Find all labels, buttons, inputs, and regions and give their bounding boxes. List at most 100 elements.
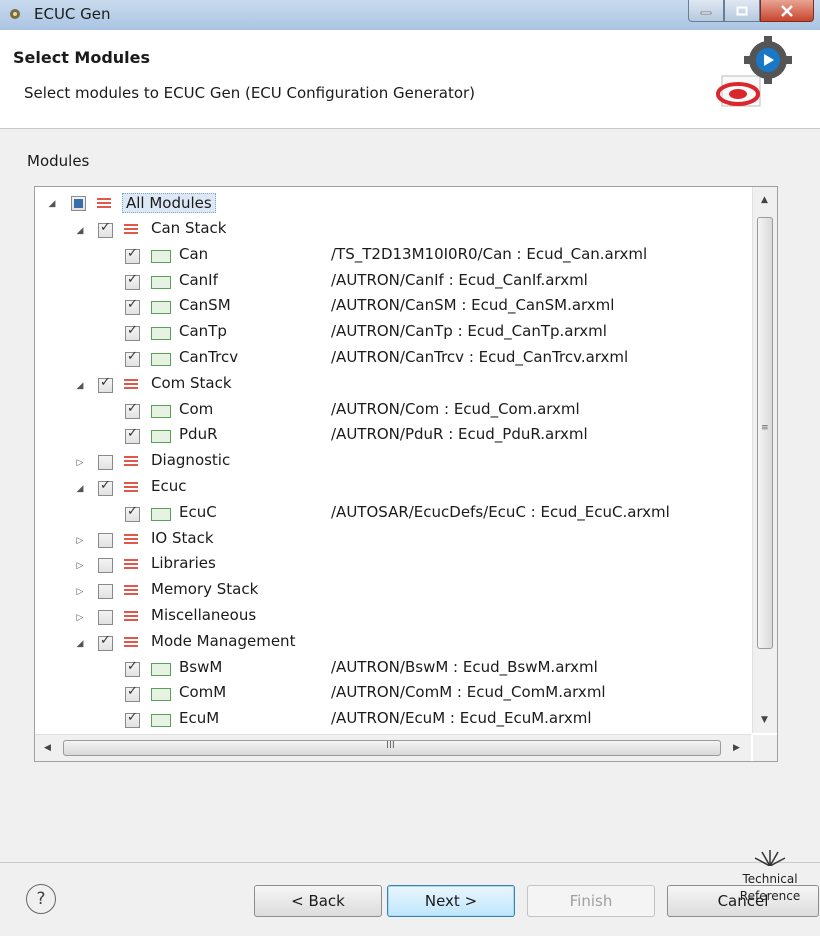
tree-group-row[interactable]: ▷ Libraries: [35, 553, 751, 577]
module-checkbox[interactable]: [125, 684, 140, 702]
modules-tree[interactable]: ◢ All Modules ◢ Can Stack Can/TS_T2D13M10I…: [34, 186, 778, 762]
module-checkbox[interactable]: [98, 478, 113, 496]
module-icon: [151, 327, 171, 340]
back-button[interactable]: < Back: [254, 885, 382, 917]
module-checkbox[interactable]: [125, 426, 140, 444]
expand-arrow-icon[interactable]: ▷: [75, 613, 85, 623]
collapse-arrow-icon[interactable]: ◢: [75, 381, 85, 391]
tree-module-row[interactable]: EcuM/AUTRON/EcuM : Ecud_EcuM.arxml: [35, 708, 751, 732]
module-checkbox[interactable]: [98, 533, 113, 548]
module-checkbox[interactable]: [125, 504, 140, 522]
tree-group-row[interactable]: ▷ Miscellaneous: [35, 605, 751, 629]
scroll-up-icon[interactable]: ▲: [761, 195, 768, 205]
watermark-line2: Reference: [739, 889, 801, 903]
stack-icon: [124, 611, 138, 623]
tree-module-row[interactable]: EcuC/AUTOSAR/EcucDefs/EcuC : Ecud_EcuC.a…: [35, 502, 751, 526]
finish-button[interactable]: Finish: [527, 885, 655, 917]
module-checkbox[interactable]: [125, 272, 140, 290]
module-path: /AUTRON/CanIf : Ecud_CanIf.arxml: [331, 271, 588, 289]
module-checkbox[interactable]: [98, 584, 113, 599]
collapse-arrow-icon[interactable]: ◢: [75, 226, 85, 236]
tree-group-row[interactable]: ◢ Ecuc: [35, 476, 751, 500]
maximize-button[interactable]: [724, 0, 760, 22]
module-path: /AUTRON/PduR : Ecud_PduR.arxml: [331, 425, 588, 443]
tree-group-row[interactable]: ◢ Mode Management: [35, 631, 751, 655]
footer-separator: [0, 862, 820, 863]
tree-item-label: Mode Management: [151, 632, 296, 650]
tree-module-row[interactable]: Can/TS_T2D13M10I0R0/Can : Ecud_Can.arxml: [35, 244, 751, 268]
close-button[interactable]: [760, 0, 814, 22]
module-checkbox[interactable]: [98, 610, 113, 625]
tree-module-row[interactable]: CanIf/AUTRON/CanIf : Ecud_CanIf.arxml: [35, 270, 751, 294]
module-icon: [151, 663, 171, 676]
tree-module-row[interactable]: PduR/AUTRON/PduR : Ecud_PduR.arxml: [35, 424, 751, 448]
tree-item-label: IO Stack: [151, 529, 214, 547]
tree-module-row[interactable]: CanSM/AUTRON/CanSM : Ecud_CanSM.arxml: [35, 295, 751, 319]
tree-module-row[interactable]: CanTrcv/AUTRON/CanTrcv : Ecud_CanTrcv.ar…: [35, 347, 751, 371]
module-checkbox[interactable]: [125, 246, 140, 264]
module-checkbox[interactable]: [125, 710, 140, 728]
module-checkbox[interactable]: [125, 297, 140, 315]
module-icon: [151, 353, 171, 366]
collapse-arrow-icon[interactable]: ◢: [75, 484, 85, 494]
tree-module-row[interactable]: BswM/AUTRON/BswM : Ecud_BswM.arxml: [35, 657, 751, 681]
module-path: /AUTOSAR/EcucDefs/EcuC : Ecud_EcuC.arxml: [331, 503, 670, 521]
tree-item-label: BswM: [179, 658, 223, 676]
module-checkbox[interactable]: [98, 455, 113, 470]
tree-module-row[interactable]: ComM/AUTRON/ComM : Ecud_ComM.arxml: [35, 682, 751, 706]
technical-reference-watermark: Technical Reference: [734, 846, 806, 926]
tree-item-label: CanIf: [179, 271, 218, 289]
expand-arrow-icon[interactable]: ▷: [75, 561, 85, 571]
scroll-left-icon[interactable]: ◀: [44, 743, 51, 753]
module-checkbox[interactable]: [125, 401, 140, 419]
tree-group-row[interactable]: ▷ IO Stack: [35, 528, 751, 552]
module-icon: [151, 688, 171, 701]
minimize-button[interactable]: [688, 0, 724, 22]
module-checkbox[interactable]: [98, 220, 113, 238]
tree-module-row[interactable]: Com/AUTRON/Com : Ecud_Com.arxml: [35, 399, 751, 423]
stack-icon: [124, 559, 138, 571]
module-path: /AUTRON/Com : Ecud_Com.arxml: [331, 400, 580, 418]
module-checkbox[interactable]: [98, 558, 113, 573]
module-checkbox[interactable]: [98, 375, 113, 393]
stack-icon: [124, 456, 138, 468]
tree-item-label: Memory Stack: [151, 580, 259, 598]
scroll-down-icon[interactable]: ▼: [761, 715, 768, 725]
tree-module-row[interactable]: CanTp/AUTRON/CanTp : Ecud_CanTp.arxml: [35, 321, 751, 345]
tree-item-label: Miscellaneous: [151, 606, 257, 624]
module-checkbox[interactable]: [125, 349, 140, 367]
expand-arrow-icon[interactable]: ▷: [75, 587, 85, 597]
tree-item-label: Can Stack: [151, 219, 227, 237]
tree-group-row[interactable]: ◢ Com Stack: [35, 373, 751, 397]
module-path: /AUTRON/CanSM : Ecud_CanSM.arxml: [331, 296, 615, 314]
horizontal-scrollbar[interactable]: ◀ III ▶: [35, 734, 751, 761]
module-checkbox[interactable]: [98, 633, 113, 651]
tree-group-row[interactable]: ▷ Diagnostic: [35, 450, 751, 474]
module-checkbox[interactable]: [125, 659, 140, 677]
module-icon: [151, 714, 171, 727]
tree-item-label: PduR: [179, 425, 218, 443]
horizontal-scroll-thumb[interactable]: III: [63, 740, 721, 756]
vertical-scroll-thumb[interactable]: ≡: [757, 217, 773, 649]
collapse-arrow-icon[interactable]: ◢: [75, 639, 85, 649]
stack-icon: [97, 198, 111, 210]
module-icon: [151, 508, 171, 521]
expand-arrow-icon[interactable]: ▷: [75, 458, 85, 468]
tree-row-all-modules[interactable]: ◢ All Modules: [35, 192, 751, 216]
checkbox-all-modules[interactable]: [71, 196, 86, 211]
next-button[interactable]: Next >: [387, 885, 515, 917]
tree-group-row[interactable]: ▷ Memory Stack: [35, 579, 751, 603]
expand-arrow-icon[interactable]: ▷: [75, 536, 85, 546]
tree-item-label: CanTrcv: [179, 348, 239, 366]
tree-group-row[interactable]: ◢ Can Stack: [35, 218, 751, 242]
help-button[interactable]: ?: [26, 884, 56, 914]
module-icon: [151, 301, 171, 314]
tree-item-label: CanSM: [179, 296, 231, 314]
expand-arrow-icon[interactable]: ◢: [47, 199, 57, 209]
module-icon: [151, 276, 171, 289]
module-checkbox[interactable]: [125, 323, 140, 341]
modules-label: Modules: [27, 152, 90, 170]
vertical-scrollbar[interactable]: ▲ ≡ ▼: [752, 187, 777, 733]
module-path: /AUTRON/ComM : Ecud_ComM.arxml: [331, 683, 606, 701]
scroll-right-icon[interactable]: ▶: [733, 743, 740, 753]
